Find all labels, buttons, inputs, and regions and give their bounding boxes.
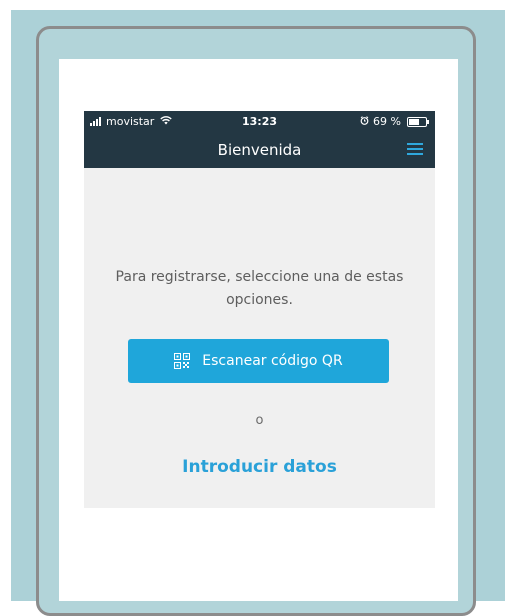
enter-data-link[interactable]: Introducir datos	[84, 457, 435, 477]
registration-prompt: Para registrarse, seleccione una de esta…	[115, 269, 404, 308]
battery-icon	[407, 116, 429, 127]
qr-code-icon	[174, 353, 191, 369]
nav-bar: Bienvenida	[84, 133, 435, 168]
registration-panel: Para registrarse, seleccione una de esta…	[84, 168, 435, 508]
or-separator: o	[255, 413, 264, 428]
scan-qr-button[interactable]: Escanear código QR	[128, 339, 389, 383]
page-title: Bienvenida	[217, 141, 302, 159]
hamburger-menu-icon[interactable]	[407, 143, 423, 157]
status-right: 69 %	[360, 115, 429, 128]
app-screen: movistar 13:23 69 % Bienvenida Para regi…	[59, 59, 458, 601]
alarm-icon	[360, 115, 369, 128]
battery-percent: 69 %	[373, 115, 401, 128]
scan-qr-button-label: Escanear código QR	[202, 353, 343, 369]
status-bar: movistar 13:23 69 %	[84, 111, 435, 133]
